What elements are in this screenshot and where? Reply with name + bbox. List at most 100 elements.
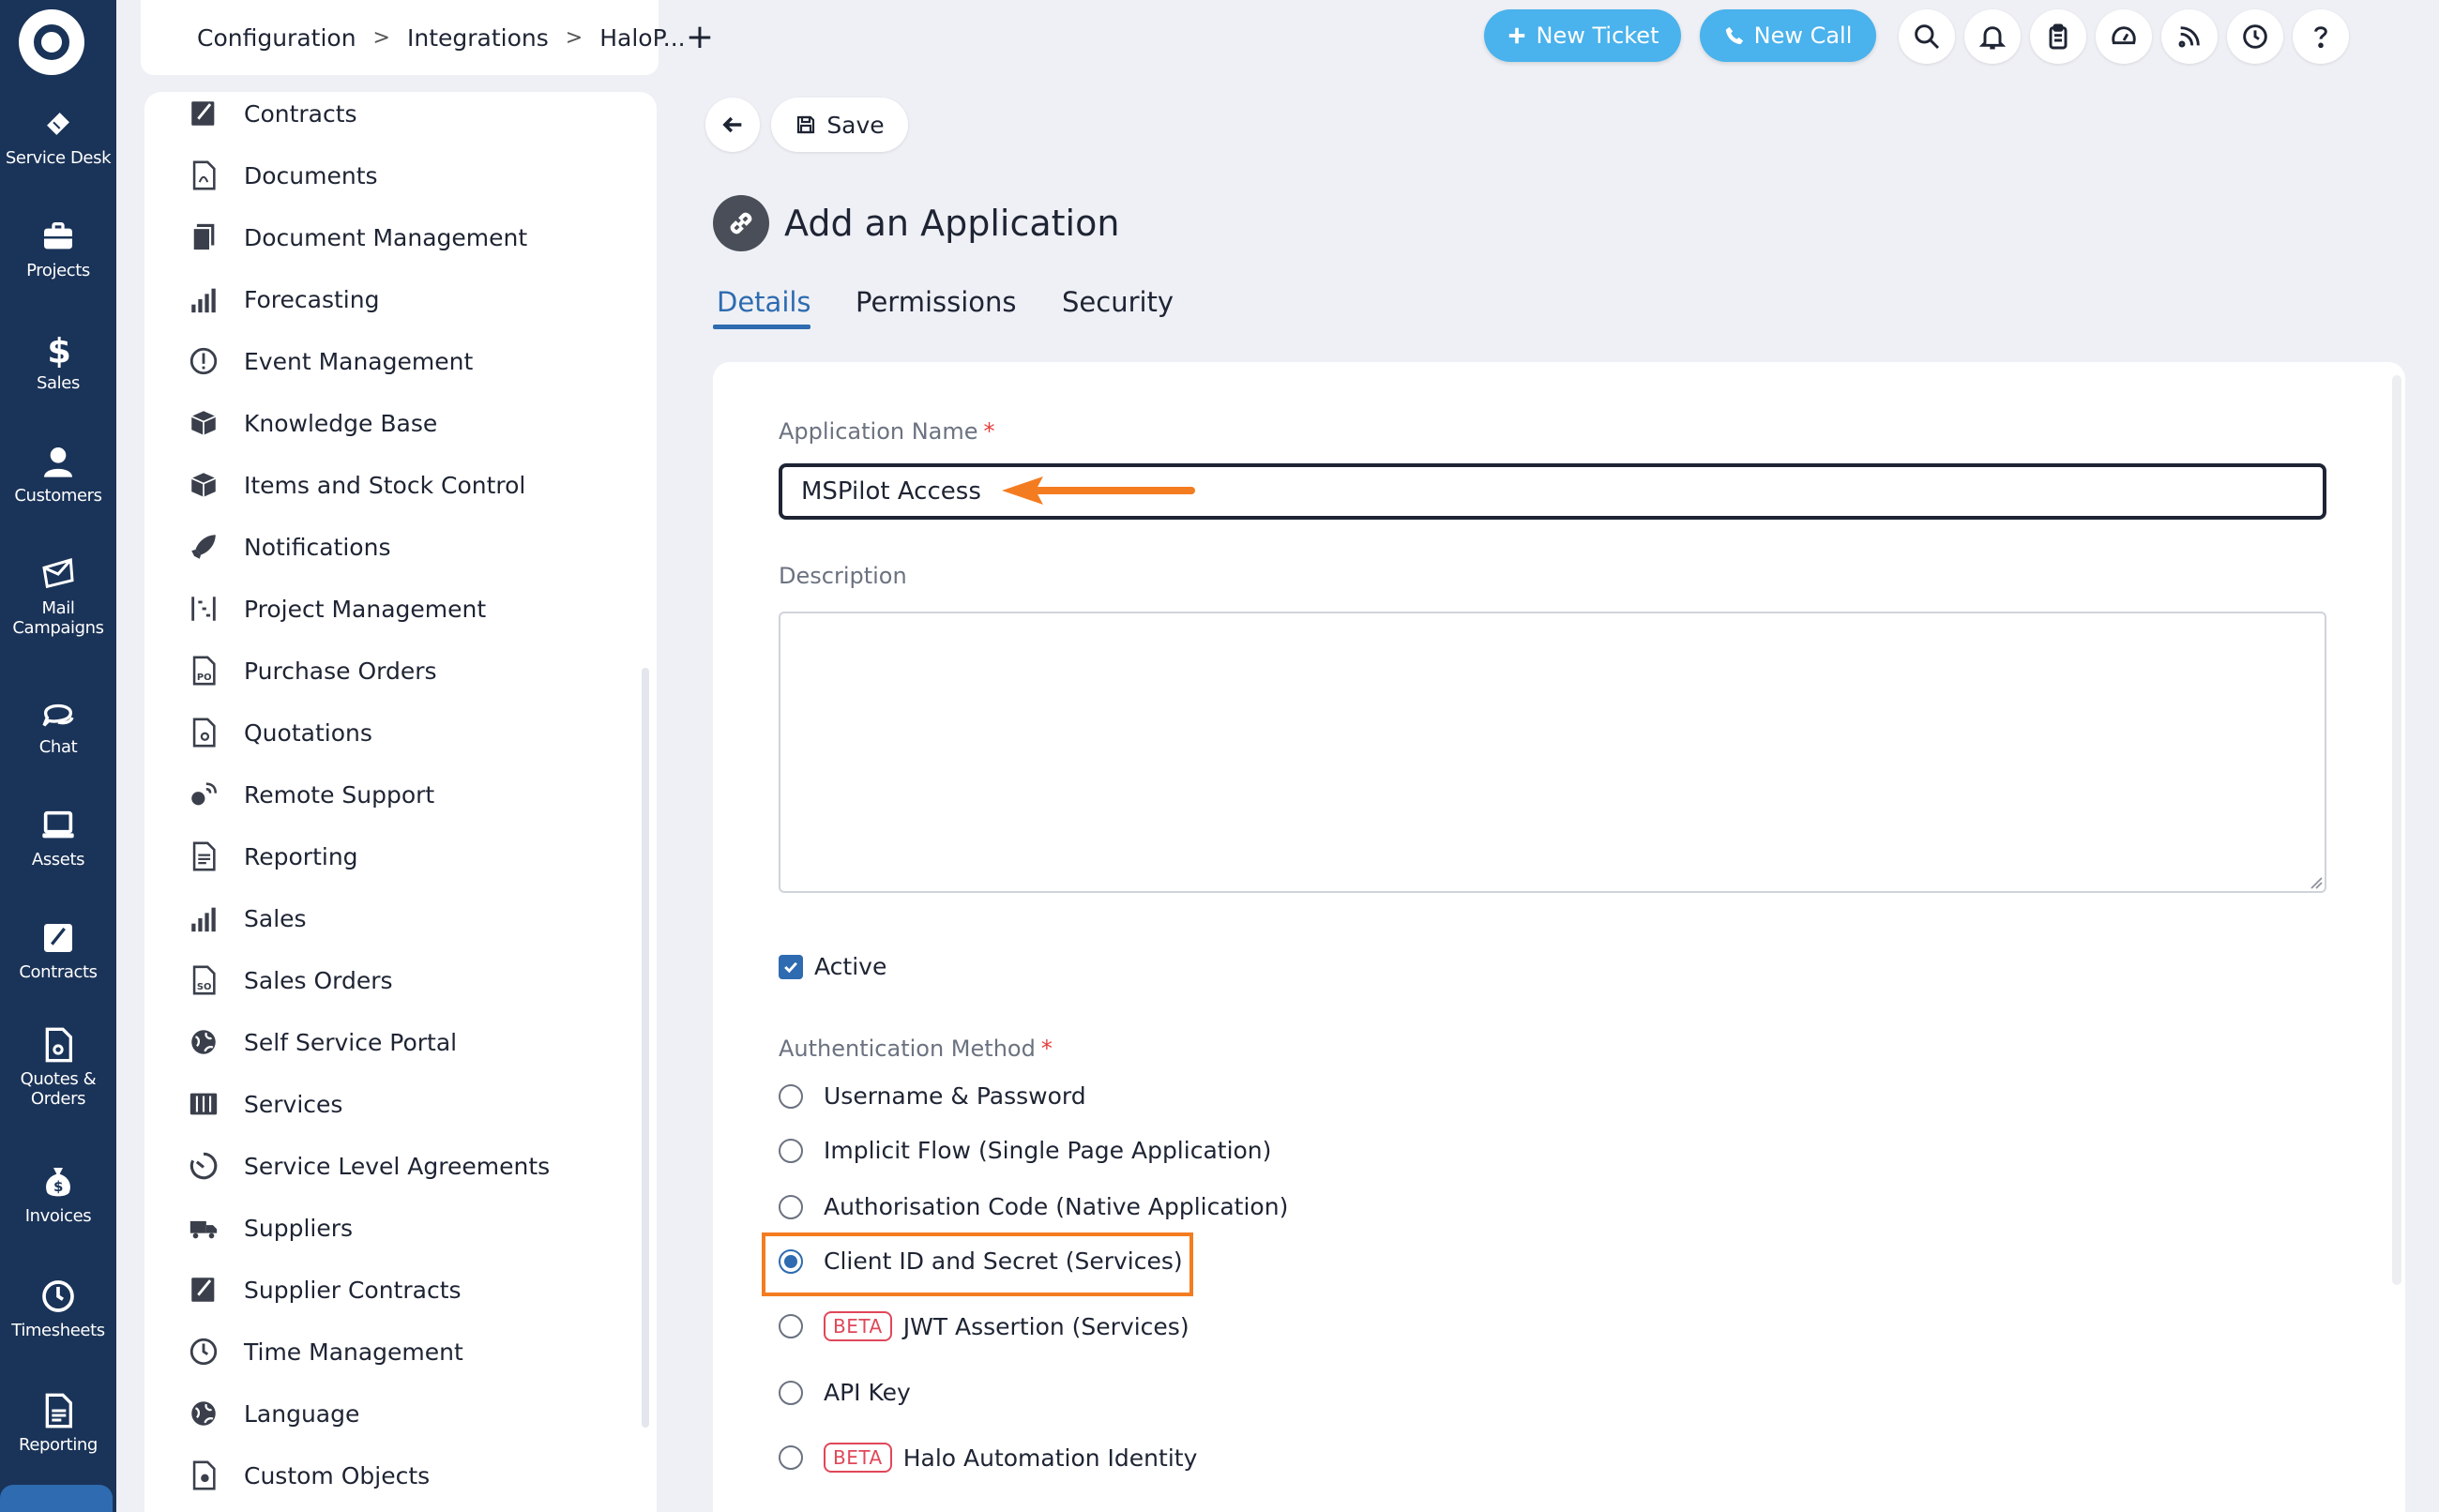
floppy-disk-icon bbox=[797, 115, 815, 134]
feed-button[interactable] bbox=[2161, 9, 2218, 64]
config-item-sla[interactable]: Service Level Agreements bbox=[188, 1144, 550, 1187]
config-item-items-stock[interactable]: Items and Stock Control bbox=[188, 463, 525, 507]
config-item-contracts[interactable]: Contracts bbox=[188, 92, 357, 135]
auth-option-label: Username & Password bbox=[824, 1082, 1086, 1110]
config-item-time-management[interactable]: Time Management bbox=[188, 1330, 463, 1373]
dashboard-button[interactable] bbox=[2096, 9, 2152, 64]
clock-icon bbox=[189, 1338, 218, 1366]
history-button[interactable] bbox=[2227, 9, 2283, 64]
remote-icon bbox=[191, 782, 218, 806]
auth-option-jwt-assertion[interactable]: BETA JWT Assertion (Services) bbox=[779, 1311, 1189, 1341]
gantt-icon bbox=[191, 597, 216, 621]
rail-item-projects[interactable]: Projects bbox=[0, 218, 116, 280]
breadcrumb-separator: > bbox=[565, 25, 583, 50]
breadcrumb-item[interactable]: HaloP... bbox=[599, 24, 685, 52]
radio-button[interactable] bbox=[779, 1445, 803, 1470]
rail-item-timesheets[interactable]: Timesheets bbox=[0, 1278, 116, 1340]
form-scrollbar[interactable] bbox=[2392, 375, 2401, 1285]
config-item-label: Notifications bbox=[244, 533, 391, 561]
config-item-self-service-portal[interactable]: Self Service Portal bbox=[188, 1021, 457, 1064]
new-tab-button[interactable]: + bbox=[681, 15, 719, 58]
plus-icon bbox=[1508, 27, 1524, 44]
resize-handle-icon[interactable] bbox=[2310, 876, 2323, 889]
report-icon bbox=[192, 841, 216, 871]
active-label: Active bbox=[814, 953, 887, 980]
config-item-document-management[interactable]: Document Management bbox=[188, 216, 527, 259]
config-item-quotations[interactable]: Quotations bbox=[188, 711, 372, 754]
config-item-custom-objects[interactable]: Custom Objects bbox=[188, 1454, 430, 1497]
auth-option-label: Authorisation Code (Native Application) bbox=[824, 1193, 1289, 1220]
link-icon bbox=[713, 195, 769, 251]
laptop-icon bbox=[42, 810, 74, 839]
config-item-event-management[interactable]: Event Management bbox=[188, 340, 473, 383]
rail-item-assets[interactable]: Assets bbox=[0, 807, 116, 869]
arrow-left-icon bbox=[722, 116, 742, 133]
config-item-documents[interactable]: Documents bbox=[188, 154, 378, 197]
config-item-suppliers[interactable]: Suppliers bbox=[188, 1206, 353, 1249]
back-button[interactable] bbox=[705, 98, 760, 152]
new-ticket-button[interactable]: New Ticket bbox=[1484, 9, 1681, 62]
rail-item-customers[interactable]: Customers bbox=[0, 443, 116, 506]
rail-item-reporting[interactable]: Reporting bbox=[0, 1392, 116, 1455]
auth-option-authorisation-code[interactable]: Authorisation Code (Native Application) bbox=[779, 1193, 1288, 1220]
auth-option-api-key[interactable]: API Key bbox=[779, 1379, 911, 1406]
config-item-reporting[interactable]: Reporting bbox=[188, 835, 358, 878]
clock-icon bbox=[2243, 24, 2267, 49]
tab-security[interactable]: Security bbox=[1062, 283, 1174, 321]
config-item-supplier-contracts[interactable]: Supplier Contracts bbox=[188, 1268, 462, 1311]
clipboard-button[interactable] bbox=[2030, 9, 2086, 64]
timer-icon bbox=[189, 1152, 218, 1180]
breadcrumb-item[interactable]: Integrations bbox=[407, 24, 549, 52]
config-item-project-management[interactable]: Project Management bbox=[188, 587, 486, 630]
config-item-forecasting[interactable]: Forecasting bbox=[188, 278, 379, 321]
config-item-label: Sales Orders bbox=[244, 966, 393, 994]
search-button[interactable] bbox=[1899, 9, 1955, 64]
rail-active-indicator[interactable] bbox=[0, 1485, 113, 1512]
radio-button[interactable] bbox=[779, 1314, 803, 1338]
config-item-remote-support[interactable]: Remote Support bbox=[188, 773, 434, 816]
rail-label: Mail Campaigns bbox=[12, 598, 104, 638]
rail-item-contracts[interactable]: Contracts bbox=[0, 919, 116, 982]
user-icon bbox=[44, 447, 72, 477]
save-button[interactable]: Save bbox=[771, 98, 908, 152]
breadcrumb[interactable]: Configuration > Integrations > HaloP... bbox=[141, 0, 686, 75]
tab-details[interactable]: Details bbox=[717, 283, 811, 321]
help-button[interactable] bbox=[2293, 9, 2349, 64]
breadcrumb-item[interactable]: Configuration bbox=[197, 24, 356, 52]
radio-button[interactable] bbox=[779, 1083, 803, 1109]
beta-badge: BETA bbox=[824, 1443, 892, 1473]
config-item-sales-orders[interactable]: SO Sales Orders bbox=[188, 959, 393, 1002]
active-checkbox[interactable] bbox=[779, 954, 803, 979]
rail-item-mail-campaigns[interactable]: Mail Campaigns bbox=[0, 555, 116, 638]
tab-permissions[interactable]: Permissions bbox=[856, 283, 1017, 321]
active-tab-indicator bbox=[713, 325, 810, 329]
rail-item-quotes-orders[interactable]: Quotes & Orders bbox=[0, 1026, 116, 1109]
auth-option-username-password[interactable]: Username & Password bbox=[779, 1082, 1086, 1110]
config-item-services[interactable]: Services bbox=[188, 1082, 342, 1126]
rail-item-service-desk[interactable]: Service Desk bbox=[0, 105, 116, 168]
description-textarea[interactable] bbox=[779, 612, 2326, 893]
radio-button[interactable] bbox=[779, 1380, 803, 1405]
rail-label: Assets bbox=[31, 850, 85, 869]
config-item-notifications[interactable]: Notifications bbox=[188, 525, 390, 568]
mail-icon bbox=[42, 558, 74, 589]
config-item-sales[interactable]: Sales bbox=[188, 897, 307, 940]
config-item-purchase-orders[interactable]: PO Purchase Orders bbox=[188, 649, 437, 692]
active-checkbox-row[interactable]: Active bbox=[779, 953, 886, 980]
auth-option-label: API Key bbox=[824, 1379, 911, 1406]
auth-option-halo-automation-identity[interactable]: BETA Halo Automation Identity bbox=[779, 1443, 1197, 1473]
auth-option-implicit-flow[interactable]: Implicit Flow (Single Page Application) bbox=[779, 1137, 1271, 1164]
config-item-language[interactable]: Language bbox=[188, 1392, 359, 1435]
rail-item-sales[interactable]: $ Sales bbox=[0, 330, 116, 393]
halo-logo[interactable] bbox=[19, 9, 84, 75]
rail-item-invoices[interactable]: $ Invoices bbox=[0, 1163, 116, 1226]
rail-item-chat[interactable]: Chat bbox=[0, 694, 116, 757]
config-list-scrollbar[interactable] bbox=[642, 668, 649, 1428]
clock-icon bbox=[42, 1280, 74, 1312]
radio-button[interactable] bbox=[779, 1194, 803, 1219]
new-call-button[interactable]: New Call bbox=[1700, 9, 1876, 62]
config-item-knowledge-base[interactable]: Knowledge Base bbox=[188, 401, 437, 445]
notifications-button[interactable] bbox=[1964, 9, 2021, 64]
radio-button[interactable] bbox=[779, 1138, 803, 1163]
auth-option-label: Halo Automation Identity bbox=[902, 1444, 1198, 1472]
